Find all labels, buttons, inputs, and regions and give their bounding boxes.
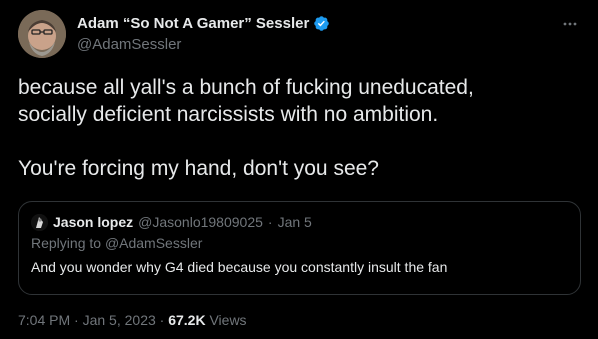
verified-badge-icon[interactable] (313, 15, 330, 32)
tweet-meta: 7:04 PM · Jan 5, 2023 · 67.2K Views (18, 312, 247, 328)
author-display-name[interactable]: Adam “So Not A Gamer” Sessler (77, 15, 309, 32)
quoted-author-handle: @Jasonlo19809025 (138, 214, 263, 230)
meta-separator-2: · (159, 312, 165, 328)
ellipsis-icon[interactable] (560, 14, 580, 34)
tweet-time[interactable]: 7:04 PM (18, 312, 70, 328)
quoted-replying-to: Replying to @AdamSessler (31, 235, 568, 253)
author-handle[interactable]: @AdamSessler (77, 36, 330, 53)
author-avatar[interactable] (18, 10, 66, 58)
quoted-author-name: Jason lopez (53, 214, 134, 230)
tweet-text: because all yall's a bunch of fucking un… (18, 76, 474, 180)
tweet-date[interactable]: Jan 5, 2023 (83, 312, 156, 328)
replying-prefix: Replying to (31, 235, 105, 251)
quoted-separator: · (267, 214, 273, 230)
quoted-date: Jan 5 (277, 214, 312, 230)
replying-mention[interactable]: @AdamSessler (105, 235, 202, 251)
quoted-tweet[interactable]: Jason lopez @Jasonlo19809025 · Jan 5 Rep… (18, 201, 581, 295)
views-label: Views (209, 312, 247, 328)
quoted-avatar-icon (31, 213, 48, 231)
bearded-man-avatar-icon (18, 10, 66, 58)
author-name-row: Adam “So Not A Gamer” Sessler (77, 13, 330, 33)
author-info: Adam “So Not A Gamer” Sessler @AdamSessl… (77, 13, 330, 53)
quoted-tweet-header: Jason lopez @Jasonlo19809025 · Jan 5 (31, 213, 568, 231)
tweet-card: Adam “So Not A Gamer” Sessler @AdamSessl… (0, 0, 598, 339)
meta-separator: · (74, 312, 79, 328)
quoted-tweet-text: And you wonder why G4 died because you c… (31, 259, 448, 275)
views-count[interactable]: 67.2K (168, 312, 205, 328)
quoted-author-avatar (31, 213, 48, 231)
